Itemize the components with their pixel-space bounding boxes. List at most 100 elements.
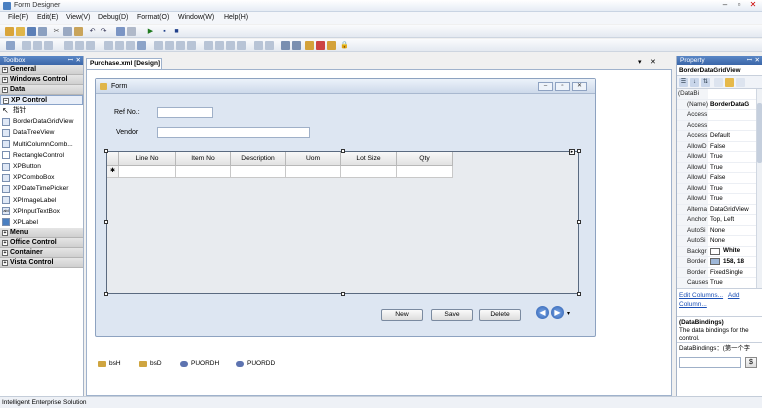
menu-window[interactable]: Window(W) [178, 14, 214, 21]
component-PUORDD[interactable]: PUORDD [236, 360, 275, 367]
new-button[interactable]: New [381, 309, 423, 321]
send-back-icon[interactable] [292, 41, 301, 50]
column-header[interactable]: Lot Size [341, 152, 397, 166]
open-icon[interactable] [16, 27, 25, 36]
size-to-grid-icon[interactable] [137, 41, 146, 50]
close-tab-icon[interactable]: ✕ [650, 58, 656, 66]
selected-object[interactable]: BorderDataGridView [677, 65, 762, 76]
component-bsD[interactable]: bsD [139, 360, 162, 367]
property-value[interactable]: Top, Left [708, 215, 762, 225]
property-row[interactable]: AutoSi None [677, 225, 762, 236]
pause-icon[interactable]: ▪ [160, 27, 169, 36]
toolbox-item-xpbutton[interactable]: XPButton [0, 161, 83, 172]
property-value[interactable]: FixedSingle [708, 268, 762, 278]
events-icon[interactable] [725, 78, 734, 87]
menu-help[interactable]: Help(H) [224, 14, 248, 21]
property-value[interactable] [708, 89, 762, 99]
menu-file[interactable]: File(F) [8, 14, 28, 21]
center-vertical-icon[interactable] [265, 41, 274, 50]
vendor-input[interactable] [157, 127, 310, 138]
save-icon[interactable] [27, 27, 36, 36]
align-right-icon[interactable] [44, 41, 53, 50]
align-top-icon[interactable] [64, 41, 73, 50]
hspace-decrease-icon[interactable] [176, 41, 185, 50]
scrollbar-thumb[interactable] [757, 103, 762, 163]
property-row[interactable]: (DataBi [677, 89, 762, 100]
property-row[interactable]: Access Default [677, 131, 762, 142]
cut-icon[interactable]: ✂ [52, 27, 61, 36]
toolbox-group-data[interactable]: + Data [0, 85, 83, 95]
hspace-remove-icon[interactable] [187, 41, 196, 50]
alphabetical-icon[interactable]: ↓ [690, 78, 699, 87]
component-PUORDH[interactable]: PUORDH [180, 360, 219, 367]
toolbox-group-office-control[interactable]: + Office Control [0, 238, 83, 248]
property-row[interactable]: AllowU True [677, 152, 762, 163]
property-value[interactable]: False [708, 142, 762, 152]
menu-format[interactable]: Format(O) [137, 14, 169, 21]
column-header[interactable]: Line No [119, 152, 176, 166]
toolbox-item-borderdatagridview[interactable]: BorderDataGridView [0, 116, 83, 127]
toolbox-group-xp-control[interactable]: − XP Control [0, 95, 83, 105]
property-value[interactable]: BorderDataG [708, 100, 762, 110]
resize-handle[interactable] [577, 292, 581, 296]
property-value[interactable]: True [708, 163, 762, 173]
grid-cell[interactable] [176, 166, 231, 178]
resize-handle[interactable] [341, 292, 345, 296]
property-row[interactable]: Access [677, 110, 762, 121]
grid-cell[interactable] [231, 166, 286, 178]
save-all-icon[interactable] [38, 27, 47, 36]
lock-icon[interactable]: 🔒 [340, 41, 349, 50]
pin-icon[interactable]: ꟷ [747, 56, 752, 65]
menu-debug[interactable]: Debug(D) [98, 14, 128, 21]
property-value[interactable]: None [708, 226, 762, 236]
grid-cell[interactable] [397, 166, 453, 178]
resize-handle[interactable] [577, 220, 581, 224]
property-row[interactable]: AllowU True [677, 194, 762, 205]
border-data-grid-view[interactable]: Line No Item No Description Uom Lot Size… [106, 149, 579, 294]
group-icon[interactable] [327, 41, 336, 50]
toolbox-item-pointer[interactable]: ↖ 指针 [0, 105, 83, 116]
property-row[interactable]: Anchor Top, Left [677, 215, 762, 226]
property-row[interactable]: AllowU True [677, 183, 762, 194]
align-middle-icon[interactable] [75, 41, 84, 50]
minimize-button[interactable]: – [718, 1, 732, 10]
toolbox-group-windows-control[interactable]: + Windows Control [0, 75, 83, 85]
run-icon[interactable]: ▶ [146, 27, 155, 36]
property-row[interactable]: AllowD False [677, 141, 762, 152]
property-value[interactable]: True [708, 184, 762, 194]
property-row[interactable]: Border FixedSingle [677, 267, 762, 278]
toolbox-group-vista-control[interactable]: + Vista Control [0, 258, 83, 268]
property-row[interactable]: (Name) BorderDataG [677, 99, 762, 110]
form-maximize-button[interactable]: ▫ [555, 82, 570, 91]
property-row[interactable]: Causes True [677, 278, 762, 288]
pin-icon[interactable]: ꟷ [68, 56, 73, 65]
smart-tag-icon[interactable]: ▸ [569, 149, 575, 155]
toolbox-group-menu[interactable]: + Menu [0, 228, 83, 238]
same-width-icon[interactable] [104, 41, 113, 50]
toolbox-item-xplabel[interactable]: XPLabel [0, 217, 83, 228]
redo-icon[interactable]: ↷ [99, 27, 108, 36]
toolbox-item-xpimagelabel[interactable]: XPImageLabel [0, 195, 83, 206]
databindings-input[interactable] [679, 357, 741, 368]
property-value[interactable]: DataGridView [708, 205, 762, 215]
document-tab[interactable]: Purchase.xml [Design] [86, 58, 162, 69]
property-row[interactable]: AllowU False [677, 173, 762, 184]
toolbox-group-general[interactable]: + General [0, 65, 83, 75]
toolbox-item-multicolumncombo[interactable]: MultiColumnComb... [0, 139, 83, 150]
property-row[interactable]: Alterna DataGridView [677, 204, 762, 215]
vspace-equal-icon[interactable] [204, 41, 213, 50]
ref-no-input[interactable] [157, 107, 213, 118]
column-header[interactable]: Description [231, 152, 286, 166]
new-icon[interactable] [5, 27, 14, 36]
properties-icon[interactable] [116, 27, 125, 36]
grid-cell[interactable] [341, 166, 397, 178]
property-value[interactable]: True [708, 194, 762, 204]
grid-cell[interactable] [286, 166, 341, 178]
column-header[interactable]: Item No [176, 152, 231, 166]
property-value[interactable] [708, 121, 762, 131]
menu-view[interactable]: View(V) [66, 14, 90, 21]
hspace-equal-icon[interactable] [154, 41, 163, 50]
next-record-icon[interactable]: ▶ [551, 306, 564, 319]
hspace-increase-icon[interactable] [165, 41, 174, 50]
align-center-icon[interactable] [33, 41, 42, 50]
